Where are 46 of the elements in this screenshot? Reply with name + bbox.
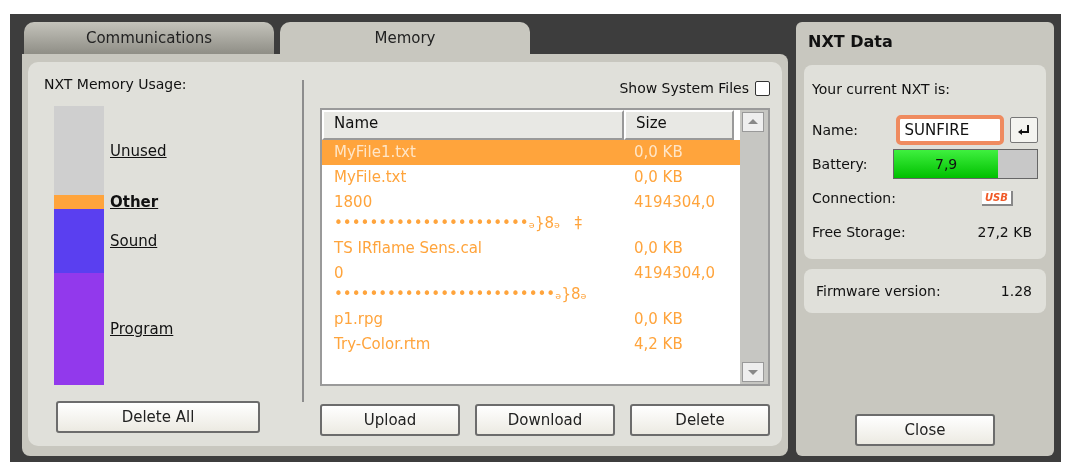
field-label: Firmware version: <box>816 283 941 299</box>
file-size: 0,0 KB <box>633 238 684 259</box>
file-action-button[interactable]: Delete <box>630 404 770 436</box>
scroll-up-icon[interactable] <box>742 112 764 132</box>
tab[interactable]: Memory <box>280 22 530 54</box>
close-button[interactable]: Close <box>855 414 995 446</box>
usb-badge: USB <box>981 190 1013 206</box>
field-label: Name: <box>812 122 860 138</box>
file-size: 0,0 KB <box>633 309 684 330</box>
delete-all-button[interactable]: Delete All <box>56 401 260 433</box>
file-name: 1800 ••••••••••••••••••••••ₔ}8ₔ ‡ <box>333 192 584 234</box>
firmware-value: 1.28 <box>1000 283 1032 299</box>
battery-reading: 7,9 <box>934 155 959 174</box>
tab[interactable]: Communications <box>24 22 274 54</box>
show-system-files-checkbox[interactable] <box>755 80 770 96</box>
file-name: TS IRflame Sens.cal <box>333 238 483 259</box>
panel-title: NXT Data <box>808 32 894 51</box>
column-header[interactable]: Size <box>624 110 734 140</box>
file-action-button[interactable]: Download <box>475 404 615 436</box>
scrollbar[interactable] <box>740 110 768 384</box>
checkbox-label: Show System Files <box>619 80 749 96</box>
name-field[interactable]: SUNFIRE <box>896 115 1005 145</box>
file-size: 4194304,0 <box>633 192 717 213</box>
file-size: 0,0 KB <box>633 142 684 163</box>
file-name: Try-Color.rtm <box>333 334 432 355</box>
segment-link[interactable]: Sound <box>110 233 158 250</box>
file-name: p1.rpg <box>333 309 385 330</box>
file-size: 4,2 KB <box>633 334 684 355</box>
file-name: MyFile.txt <box>333 167 408 188</box>
file-name: MyFile1.txt <box>333 142 417 163</box>
scroll-down-icon[interactable] <box>742 362 764 382</box>
enter-button[interactable] <box>1010 117 1038 143</box>
segment-link[interactable]: Other <box>110 194 159 211</box>
field-label: Free Storage: <box>812 224 906 240</box>
segment-link[interactable]: Unused <box>110 142 167 159</box>
field-label: Battery: <box>812 156 869 172</box>
file-size: 4194304,0 <box>633 263 717 284</box>
section-title: NXT Memory Usage: <box>44 76 188 94</box>
column-header[interactable]: Name <box>322 110 624 140</box>
storage-value: 27,2 KB <box>977 224 1032 240</box>
segment-link[interactable]: Program <box>110 321 174 338</box>
file-action-button[interactable]: Upload <box>320 404 460 436</box>
file-size: 0,0 KB <box>633 167 684 188</box>
info-text: Your current NXT is: <box>812 81 951 97</box>
field-label: Connection: <box>812 190 896 206</box>
enter-icon <box>1017 123 1032 137</box>
